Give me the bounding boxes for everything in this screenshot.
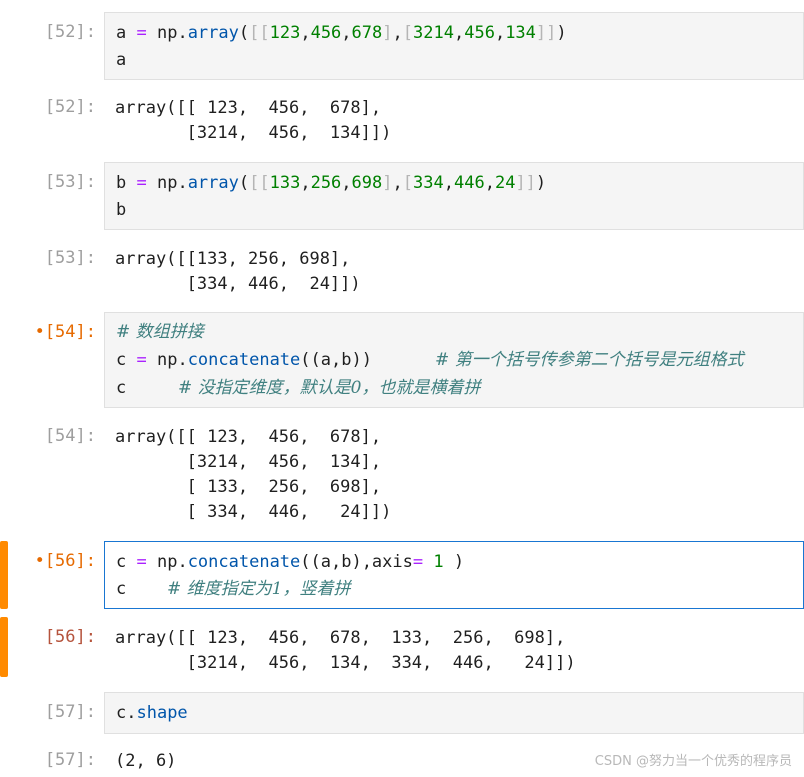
cell-52-output: [52]: array([[ 123, 456, 678], [3214, 45… [0,94,804,150]
output-prompt-52: [52]: [44,97,96,117]
code-line: b = np.array([[133,256,698],[334,446,24]… [116,173,547,193]
output-line: [ 334, 446, 24]]) [115,502,392,522]
code-comment: # 没指定维度，默认是0，也就是横着拼 [178,378,481,398]
code-editor-56[interactable]: c = np.concatenate((a,b),axis= 1 ) c # 维… [104,541,804,609]
input-prompt-52: [52]: [44,22,96,42]
input-prompt-57: [57]: [44,702,96,722]
code-editor-57[interactable]: c.shape [104,692,804,734]
output-line: [ 133, 256, 698], [115,477,382,497]
code-editor-54[interactable]: # 数组拼接 c = np.concatenate((a,b)) # 第一个括号… [104,312,804,408]
code-line: c = np.concatenate((a,b),axis= 1 ) [116,552,465,572]
output-line: array([[ 123, 456, 678, 133, 256, 698], [115,628,566,648]
code-line: a [116,50,127,70]
cell-56-input[interactable]: •[56]: c = np.concatenate((a,b),axis= 1 … [0,541,804,609]
code-editor-52[interactable]: a = np.array([[123,456,678],[3214,456,13… [104,12,804,80]
output-line: array([[133, 256, 698], [115,249,351,269]
code-comment: # 维度指定为1，竖着拼 [167,579,351,599]
code-line: a = np.array([[123,456,678],[3214,456,13… [116,23,567,43]
code-line: b [116,200,127,220]
output-line: (2, 6) [115,751,177,771]
cell-54-output: [54]: array([[ 123, 456, 678], [3214, 45… [0,423,804,529]
cell-57-input[interactable]: [57]: c.shape [0,692,804,734]
output-line: [3214, 456, 134, 334, 446, 24]]) [115,653,576,673]
output-line: array([[ 123, 456, 678], [115,427,382,447]
code-line: c = np.concatenate((a,b)) [116,350,372,370]
output-line: [3214, 456, 134], [115,452,382,472]
code-editor-53[interactable]: b = np.array([[133,256,698],[334,446,24]… [104,162,804,230]
cell-54-input[interactable]: •[54]: # 数组拼接 c = np.concatenate((a,b)) … [0,312,804,408]
cell-53-output: [53]: array([[133, 256, 698], [334, 446,… [0,245,804,301]
output-prompt-54: [54]: [44,426,96,446]
output-line: array([[ 123, 456, 678], [115,98,382,118]
input-prompt-56: •[56]: [34,551,96,571]
output-line: [3214, 456, 134]]) [115,123,392,143]
cell-56-output: [56]: array([[ 123, 456, 678, 133, 256, … [0,624,804,680]
code-line: c [116,579,127,599]
cell-52-input[interactable]: [52]: a = np.array([[123,456,678],[3214,… [0,12,804,80]
code-comment: # 第一个括号传参第二个括号是元组格式 [435,350,744,370]
output-prompt-57: [57]: [44,750,96,770]
output-prompt-53: [53]: [44,248,96,268]
csdn-watermark: CSDN @努力当一个优秀的程序员 [594,754,792,769]
input-prompt-53: [53]: [44,172,96,192]
input-prompt-54: •[54]: [34,322,96,342]
output-line: [334, 446, 24]]) [115,274,361,294]
cell-53-input[interactable]: [53]: b = np.array([[133,256,698],[334,4… [0,162,804,230]
output-prompt-56: [56]: [44,627,96,647]
code-line: c [116,378,127,398]
code-comment: # 数组拼接 [116,322,204,342]
code-line: c.shape [116,703,188,723]
